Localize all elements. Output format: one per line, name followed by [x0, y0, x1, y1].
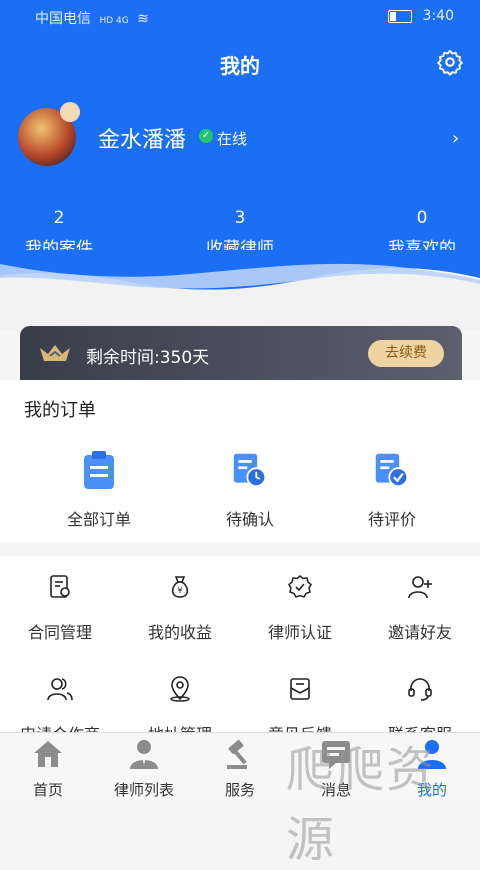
nav-label: 律师列表 — [113, 781, 174, 799]
order-all[interactable]: 全部订单 — [29, 450, 169, 530]
clipboard-icon — [84, 451, 114, 489]
money-bag-icon: ¥ — [171, 576, 189, 598]
nav-lawyers[interactable]: 律师列表 — [96, 737, 192, 800]
order-pending[interactable]: 待确认 — [180, 450, 320, 530]
membership-bar: 剩余时间:350天 去续费 — [20, 326, 462, 380]
carrier-label: 中国电信 — [35, 11, 91, 27]
lawyer-icon — [130, 740, 158, 769]
wifi-icon: ≋ — [137, 11, 149, 27]
stat-value: 3 — [234, 208, 246, 228]
service-label: 合同管理 — [27, 623, 92, 642]
order-review[interactable]: 待评价 — [322, 450, 462, 530]
clock: 3:40 — [422, 8, 454, 24]
add-user-icon — [408, 576, 432, 599]
chevron-right-icon[interactable]: › — [452, 128, 459, 149]
certified-badge-icon — [288, 575, 312, 598]
avatar-badge-icon — [60, 102, 80, 122]
username[interactable]: 金水潘潘 — [98, 122, 186, 154]
service-label: 律师认证 — [267, 623, 332, 642]
service-label: 我的收益 — [147, 623, 212, 642]
watermark-text: 爬爬资源 — [286, 742, 437, 868]
nav-label: 首页 — [32, 781, 63, 799]
renew-button[interactable]: 去续费 — [368, 340, 444, 367]
gear-icon[interactable] — [436, 48, 464, 76]
services-grid: 合同管理 ¥ 我的收益 律师认证 邀请好友 申请合作商 — [0, 556, 480, 744]
order-label: 全部订单 — [66, 510, 131, 529]
stat-value: 2 — [53, 208, 65, 228]
orders-card: 我的订单 全部订单 待确认 待评价 — [0, 380, 480, 542]
location-pin-icon — [170, 676, 190, 702]
page-title: 我的 — [220, 54, 260, 78]
svg-text:¥: ¥ — [177, 586, 182, 595]
pending-clock-icon — [233, 453, 267, 488]
home-icon — [34, 741, 62, 767]
service-contract[interactable]: 合同管理 — [0, 574, 120, 643]
orders-title: 我的订单 — [24, 400, 96, 421]
online-check-icon: ✓ — [199, 129, 213, 143]
feedback-icon — [290, 678, 310, 700]
order-label: 待评价 — [367, 510, 416, 529]
nav-home[interactable]: 首页 — [0, 737, 96, 800]
order-label: 待确认 — [225, 510, 274, 529]
review-check-icon — [375, 453, 409, 488]
battery-icon — [388, 9, 413, 23]
header-wave — [0, 250, 480, 330]
online-status: 在线 — [217, 130, 248, 148]
nav-label: 服务 — [224, 781, 255, 799]
contract-icon — [50, 575, 70, 598]
remaining-time: 剩余时间:350天 — [86, 348, 210, 368]
service-invite[interactable]: 邀请好友 — [360, 574, 480, 643]
gavel-icon — [227, 739, 247, 769]
service-certification[interactable]: 律师认证 — [240, 574, 360, 643]
nav-services[interactable]: 服务 — [192, 737, 288, 800]
service-label: 邀请好友 — [387, 623, 452, 642]
network-indicator: HD 4G — [99, 16, 129, 26]
partner-icon — [47, 678, 73, 701]
headset-icon — [408, 678, 432, 701]
status-bar: 中国电信 HD 4G ≋ 3:40 — [0, 0, 480, 32]
stat-value: 0 — [416, 208, 428, 228]
crown-icon — [40, 345, 70, 361]
service-earnings[interactable]: ¥ 我的收益 — [120, 574, 240, 643]
